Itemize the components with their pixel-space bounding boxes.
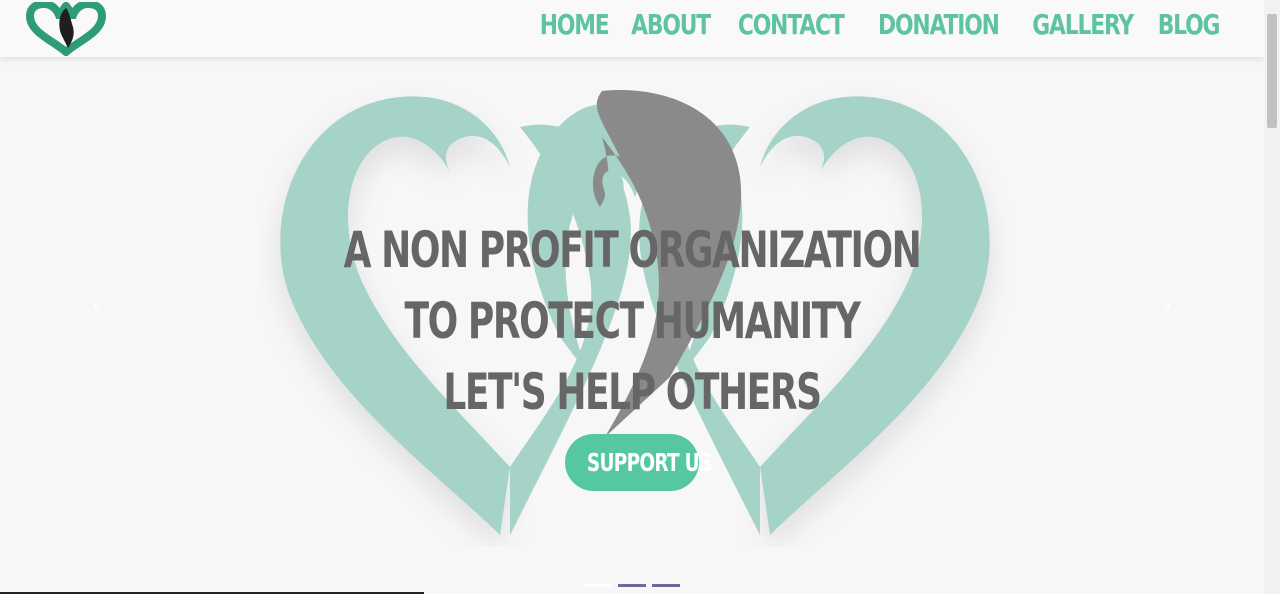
nav-blog[interactable]: BLOG — [1158, 8, 1221, 41]
main-nav: HOME ABOUT CONTACT DONATION GALLERY BLOG — [540, 0, 1221, 48]
carousel-indicators — [584, 584, 680, 588]
nav-contact[interactable]: CONTACT — [738, 8, 845, 41]
chevron-left-icon[interactable]: ‹ — [86, 292, 106, 322]
logo-icon[interactable] — [22, 2, 110, 56]
nav-donation[interactable]: DONATION — [878, 8, 1000, 41]
scrollbar-thumb[interactable] — [1267, 14, 1277, 128]
carousel-indicator[interactable] — [652, 584, 680, 587]
carousel-indicator[interactable] — [584, 584, 612, 587]
support-us-button[interactable]: SUPPORT US — [565, 434, 712, 491]
site-header: HOME ABOUT CONTACT DONATION GALLERY BLOG — [0, 0, 1264, 57]
nav-home[interactable]: HOME — [540, 8, 610, 41]
nav-about[interactable]: ABOUT — [631, 8, 711, 41]
hero-headline: A NON PROFIT ORGANIZATION TO PROTECT HUM… — [0, 215, 1264, 428]
headline-line-1: A NON PROFIT ORGANIZATION — [343, 221, 922, 279]
nav-gallery[interactable]: GALLERY — [1032, 8, 1134, 41]
headline-line-2: TO PROTECT HUMANITY — [404, 292, 861, 350]
page: HOME ABOUT CONTACT DONATION GALLERY BLOG — [0, 0, 1280, 594]
hero-carousel: A NON PROFIT ORGANIZATION TO PROTECT HUM… — [0, 57, 1264, 594]
vertical-scrollbar[interactable] — [1264, 0, 1280, 594]
headline-line-3: LET'S HELP OTHERS — [443, 363, 822, 421]
chevron-right-icon[interactable]: › — [1158, 292, 1178, 322]
support-us-label: SUPPORT US — [586, 448, 712, 477]
carousel-indicator[interactable] — [618, 584, 646, 587]
